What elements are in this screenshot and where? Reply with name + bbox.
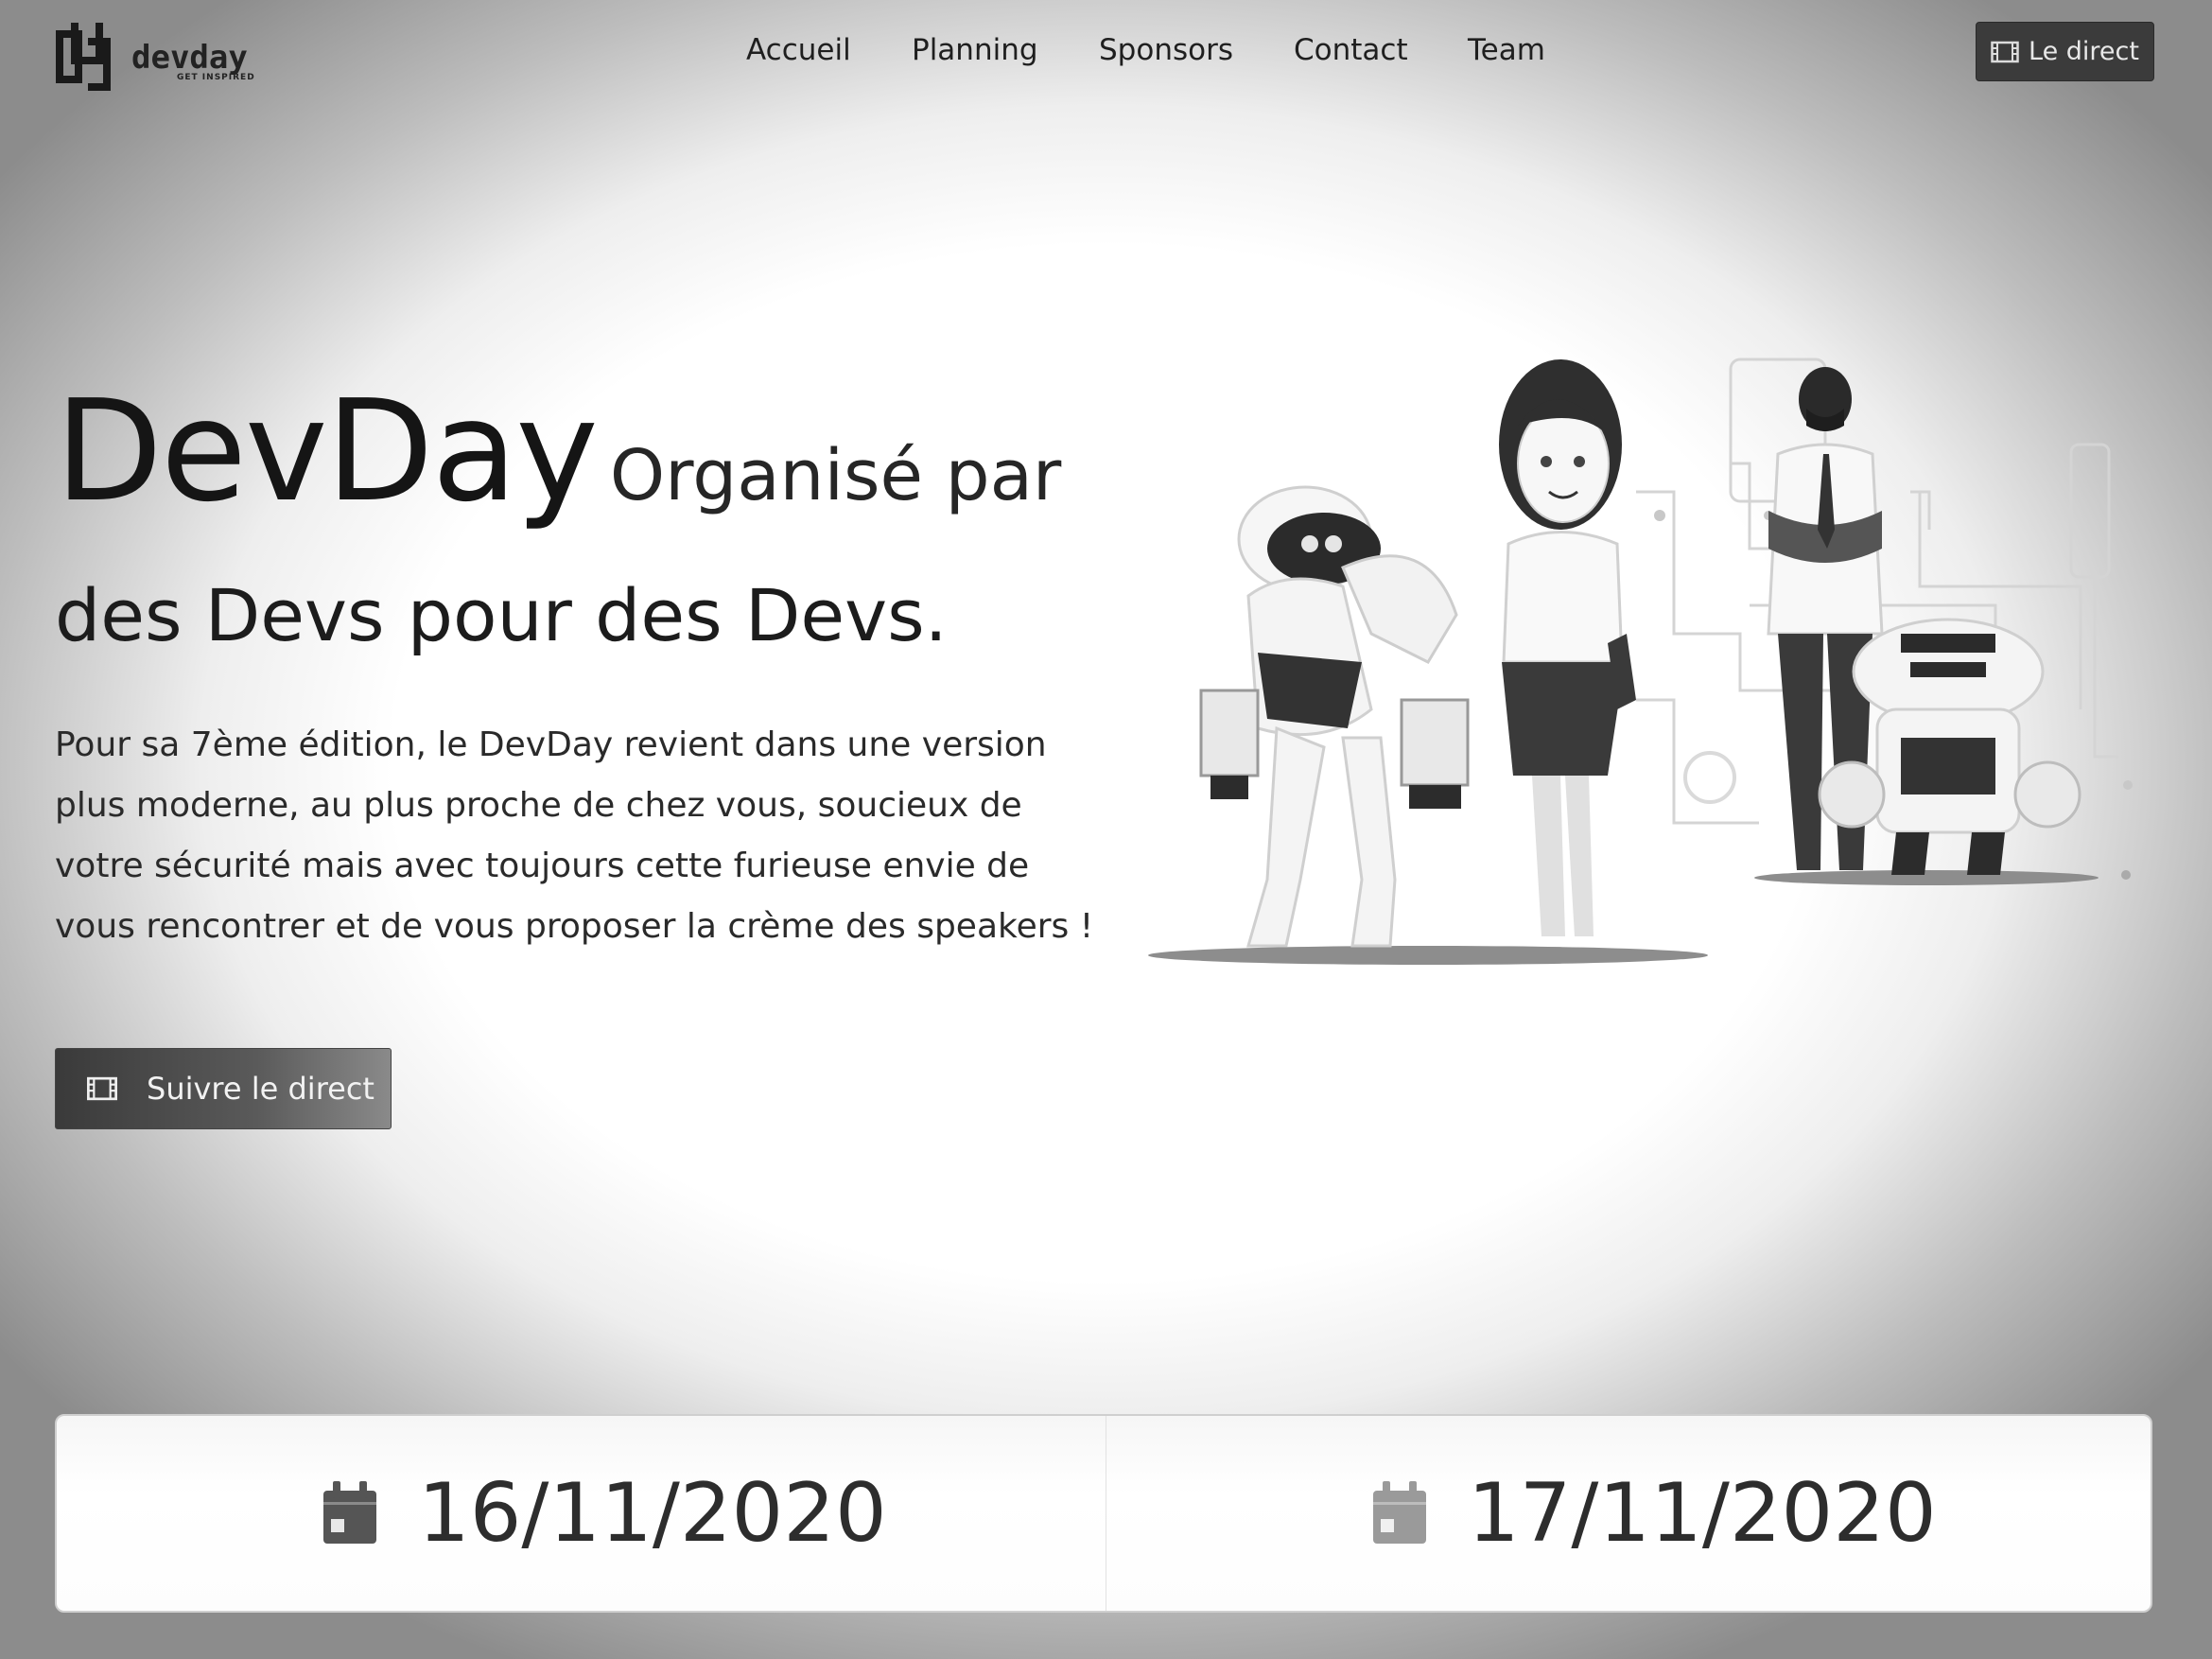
main-nav: Accueil Planning Sponsors Contact Team	[0, 26, 2212, 74]
event-dates-card: 16/11/2020 17/11/2020	[55, 1414, 2152, 1613]
date-text-day-1: 16/11/2020	[418, 1466, 887, 1561]
nav-link-contact[interactable]: Contact	[1294, 26, 1408, 74]
film-icon	[87, 1076, 117, 1101]
ground-shadow-right	[1754, 870, 2099, 885]
calendar-icon	[323, 1481, 376, 1544]
ground-shadow-left	[1148, 946, 1708, 965]
date-day-1: 16/11/2020	[322, 1461, 887, 1565]
date-day-2: 17/11/2020	[1371, 1461, 1937, 1565]
follow-live-button[interactable]: Suivre le direct	[55, 1048, 392, 1129]
hero-tagline-part2: des Devs pour des Devs.	[55, 573, 948, 657]
date-text-day-2: 17/11/2020	[1468, 1466, 1937, 1561]
robot-left	[1199, 485, 1470, 948]
nav-link-team[interactable]: Team	[1468, 26, 1545, 74]
nav-link-planning[interactable]: Planning	[912, 26, 1038, 74]
circuit-badge	[1683, 751, 1736, 804]
hero-title: DevDay Organisé par	[55, 371, 1142, 532]
hero-brand: DevDay	[55, 370, 599, 533]
woman-figure	[1499, 359, 1636, 936]
film-icon	[1991, 41, 2019, 62]
nav-link-sponsors[interactable]: Sponsors	[1099, 26, 1233, 74]
follow-live-label: Suivre le direct	[147, 1071, 374, 1107]
logo-tagline: GET INSPIRED	[177, 73, 255, 82]
hero-description: Pour sa 7ème édition, le DevDay revient …	[55, 725, 1094, 946]
circuit-node	[1654, 510, 1665, 521]
circuit-node	[2121, 870, 2131, 880]
calendar-icon	[1373, 1481, 1426, 1544]
live-button-label: Le direct	[2029, 37, 2139, 66]
hero-illustration	[1148, 358, 2133, 965]
live-button[interactable]: Le direct	[1976, 22, 2154, 81]
hero-tagline-part1: Organisé par	[609, 435, 1062, 516]
circuit-node	[2123, 780, 2133, 790]
nav-link-accueil[interactable]: Accueil	[746, 26, 851, 74]
